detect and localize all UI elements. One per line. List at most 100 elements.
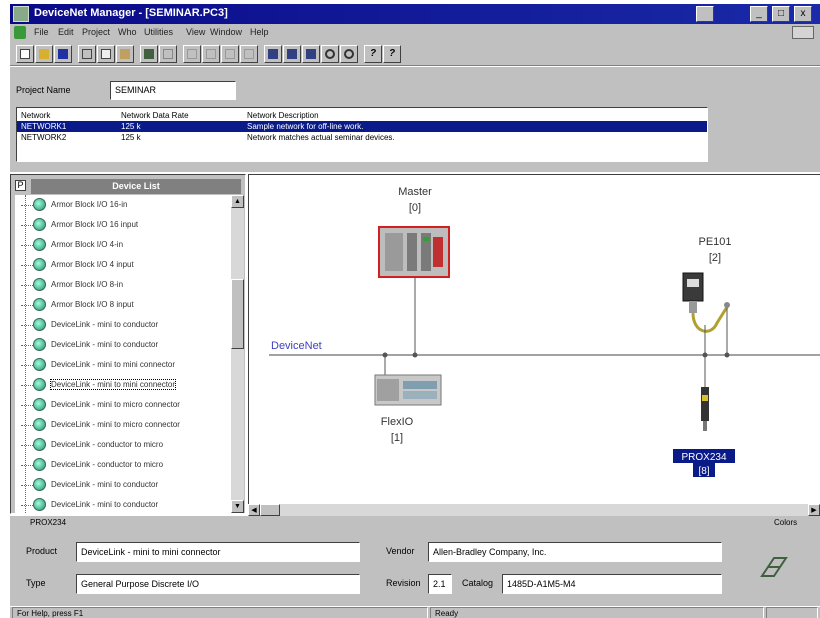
device-icon <box>33 298 46 311</box>
prox234-name: PROX234 <box>681 452 726 463</box>
device-list-item-label: DeviceLink - mini to conductor <box>51 340 159 349</box>
device-list-item[interactable]: DeviceLink - mini to micro connector <box>15 395 231 415</box>
device-list-item[interactable]: Armor Block I/O 4-in <box>15 235 231 255</box>
scroll-right-button[interactable]: ▶ <box>808 504 820 516</box>
document-icon[interactable] <box>14 26 26 39</box>
menu-window[interactable]: Window <box>210 27 242 37</box>
catalog-field[interactable]: 1485D-A1M5-M4 <box>502 574 722 594</box>
header-data-rate[interactable]: Network Data Rate <box>121 110 189 121</box>
device-list-item[interactable]: DeviceLink - mini to conductor <box>15 475 231 495</box>
device-list-item[interactable]: Armor Block I/O 4 input <box>15 255 231 275</box>
new-button[interactable] <box>16 45 34 63</box>
canvas-hscrollbar[interactable]: ◀ ▶ <box>248 504 820 516</box>
scroll-left-button[interactable]: ◀ <box>248 504 260 516</box>
vendor-field[interactable]: Allen-Bradley Company, Inc. <box>428 542 722 562</box>
cut-button[interactable] <box>78 45 96 63</box>
view-devices-button[interactable] <box>283 45 301 63</box>
header-description[interactable]: Network Description <box>247 110 319 121</box>
maximize-button[interactable]: □ <box>772 6 790 22</box>
revision-field[interactable]: 2.1 <box>428 574 452 594</box>
device-list-item[interactable]: DeviceLink - mini to mini connector <box>15 355 231 375</box>
device-list-item[interactable]: DeviceLink - conductor to micro <box>15 455 231 475</box>
device-list-item[interactable]: Armor Block I/O 8-in <box>15 275 231 295</box>
revision-label: Revision <box>386 578 421 588</box>
product-label: Product <box>26 546 58 556</box>
menu-edit[interactable]: Edit <box>58 27 74 37</box>
device-list-item[interactable]: DeviceLink - conductor to micro <box>15 435 231 455</box>
menu-file[interactable]: File <box>34 27 49 37</box>
catalog-label: Catalog <box>462 578 494 588</box>
device-list-item[interactable]: DeviceLink - mini to micro connector <box>15 415 231 435</box>
undo-button[interactable] <box>159 45 177 63</box>
device-color-icon[interactable] <box>756 552 792 582</box>
menu-view[interactable]: View <box>186 27 205 37</box>
product-field[interactable]: DeviceLink - mini to mini connector <box>76 542 360 562</box>
device-list-item[interactable]: DeviceLink - mini to mini connector <box>15 375 231 395</box>
device-list-item-label: DeviceLink - conductor to micro <box>51 460 164 469</box>
device-icon <box>33 498 46 511</box>
open-button[interactable] <box>35 45 53 63</box>
menu-who[interactable]: Who <box>118 27 137 37</box>
device-list-item[interactable]: DeviceLink - mini to conductor <box>15 495 231 513</box>
device-icon <box>33 218 46 231</box>
project-name-field[interactable]: SEMINAR <box>110 81 236 100</box>
device-icon <box>33 378 46 391</box>
device-list-item-label: DeviceLink - mini to conductor <box>51 480 159 489</box>
device-icon <box>33 478 46 491</box>
master-name: Master <box>398 186 432 198</box>
copy-button[interactable] <box>97 45 115 63</box>
device-list: Armor Block I/O 16-in Armor Block I/O 16 … <box>15 195 231 513</box>
save-button[interactable] <box>54 45 72 63</box>
scroll-down-button[interactable]: ▼ <box>231 500 244 513</box>
app-icon[interactable] <box>13 6 29 22</box>
master-scanner-icon[interactable] <box>378 226 450 278</box>
menu-utilities[interactable]: Utilities <box>144 27 173 37</box>
device-list-item[interactable]: DeviceLink - mini to conductor <box>15 335 231 355</box>
zoom-out-button[interactable] <box>340 45 358 63</box>
menu-bar: File Edit Project Who Utilities View Win… <box>10 24 820 42</box>
network-rate: 125 k <box>121 122 141 131</box>
mdi-restore-button[interactable] <box>792 26 814 39</box>
about-button[interactable]: ? <box>364 45 382 63</box>
master-tap <box>412 352 418 358</box>
device-icon <box>33 198 46 211</box>
paste-button[interactable] <box>116 45 134 63</box>
pe101-sensor-icon[interactable] <box>682 272 730 333</box>
menu-help[interactable]: Help <box>250 27 269 37</box>
ungroup-button <box>221 45 239 63</box>
minimize-button[interactable]: _ <box>750 6 768 22</box>
menu-project[interactable]: Project <box>82 27 110 37</box>
device-list-item-label: DeviceLink - mini to micro connector <box>51 400 180 409</box>
device-list-scrollbar[interactable]: ▲ ▼ <box>231 195 244 513</box>
device-list-item[interactable]: Armor Block I/O 8 input <box>15 295 231 315</box>
trunk-label: DeviceNet <box>271 340 322 352</box>
scroll-up-button[interactable]: ▲ <box>231 195 244 208</box>
hscroll-thumb[interactable] <box>260 504 280 516</box>
find-button[interactable] <box>140 45 158 63</box>
network-name: NETWORK2 <box>21 133 67 142</box>
vendor-label: Vendor <box>386 546 415 556</box>
network-rate: 125 k <box>121 133 141 142</box>
view-table-button[interactable] <box>302 45 320 63</box>
device-list-item[interactable]: Armor Block I/O 16 input <box>15 215 231 235</box>
type-field[interactable]: General Purpose Discrete I/O <box>76 574 360 594</box>
device-list-item[interactable]: DeviceLink - mini to conductor <box>15 315 231 335</box>
group-button <box>202 45 220 63</box>
prox234-sensor-icon[interactable] <box>701 387 709 431</box>
scroll-thumb[interactable] <box>231 279 244 349</box>
network-row[interactable]: NETWORK1 125 k Sample network for off-li… <box>17 121 707 132</box>
network-table-header: Network Network Data Rate Network Descri… <box>17 110 707 121</box>
network-row[interactable]: NETWORK2 125 k Network matches actual se… <box>17 132 707 143</box>
status-extra <box>766 607 818 618</box>
device-list-checkbox[interactable]: P <box>15 180 26 191</box>
context-help-button[interactable]: ? <box>383 45 401 63</box>
network-diagram: DeviceNet Master [0] FlexIO [1] PE101 [2… <box>269 186 820 477</box>
view-network-button[interactable] <box>264 45 282 63</box>
zoom-in-button[interactable] <box>321 45 339 63</box>
flexio-module-icon[interactable] <box>374 374 442 406</box>
device-icon <box>33 278 46 291</box>
close-button[interactable]: x <box>794 6 812 22</box>
header-network[interactable]: Network <box>21 110 50 121</box>
network-canvas[interactable]: DeviceNet Master [0] FlexIO [1] PE101 [2… <box>248 174 820 504</box>
device-list-item[interactable]: Armor Block I/O 16-in <box>15 195 231 215</box>
